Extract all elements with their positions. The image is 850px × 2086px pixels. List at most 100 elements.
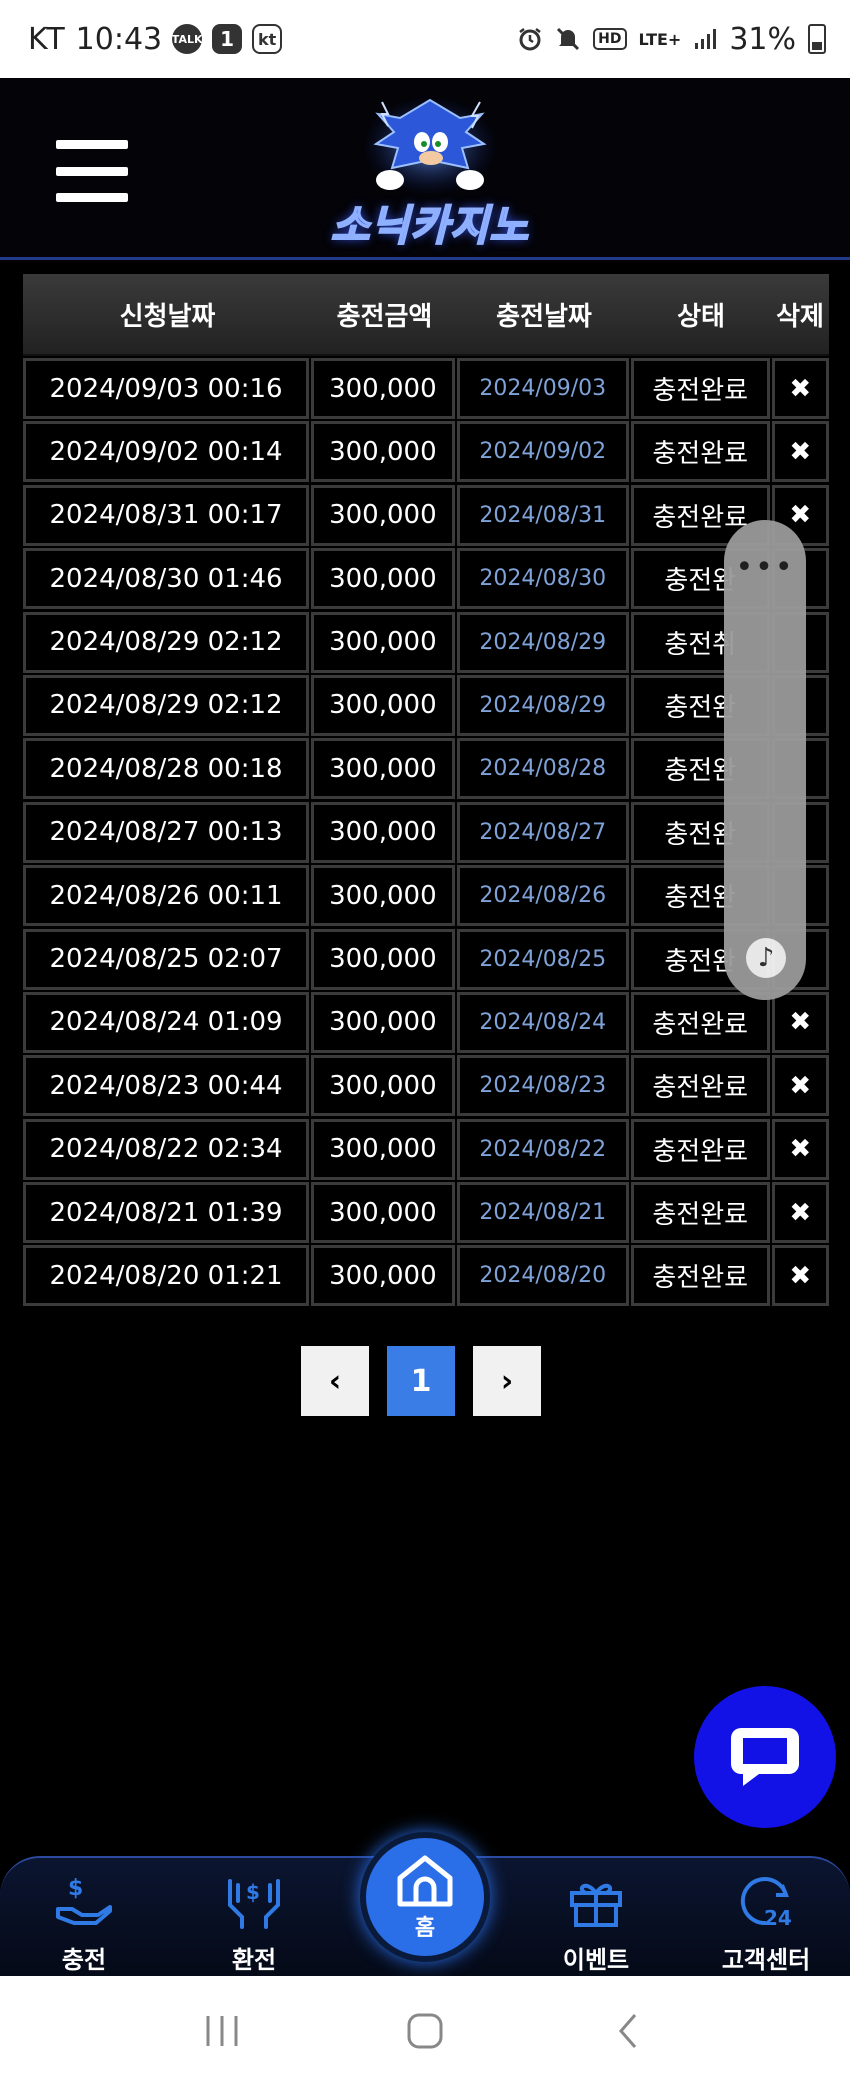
delete-icon[interactable]: ✖: [771, 1055, 829, 1117]
cell-amount: 300,000: [311, 421, 455, 483]
table-row: 2024/08/25 02:07 300,000 2024/08/25 충전완: [23, 927, 829, 990]
col-charge-date: 충전날짜: [496, 301, 592, 332]
kt-icon: kt: [252, 24, 283, 54]
support-24h-icon: 24: [706, 1868, 826, 1934]
more-icon[interactable]: •••: [724, 550, 806, 585]
svg-text:$: $: [246, 1880, 260, 1904]
cell-charge-date: 2024/08/28: [456, 738, 629, 800]
cell-amount: 300,000: [311, 484, 455, 546]
carrier-label: KT: [28, 21, 66, 57]
cell-amount: 300,000: [311, 738, 455, 800]
delete-icon[interactable]: ✖: [771, 991, 829, 1053]
live-chat-button[interactable]: [694, 1686, 836, 1828]
pagination: ‹ 1 ›: [301, 1346, 541, 1416]
cell-amount: 300,000: [311, 1055, 455, 1117]
back-icon[interactable]: [598, 2001, 658, 2061]
col-amount: 충전금액: [336, 301, 433, 332]
delete-icon[interactable]: ✖: [771, 421, 829, 483]
alarm-icon: [517, 26, 543, 52]
cell-charge-date: 2024/08/26: [456, 865, 629, 927]
table-row: 2024/09/03 00:16 300,000 2024/09/03 충전완료 ✖: [23, 356, 829, 419]
col-request-date: 신청날짜: [119, 301, 216, 332]
cell-charge-date: 2024/08/25: [456, 928, 629, 990]
site-logo[interactable]: 소닉카지노: [310, 88, 550, 251]
svg-text:$: $: [68, 1876, 83, 1901]
cell-amount: 300,000: [311, 928, 455, 990]
menu-icon[interactable]: [56, 140, 128, 202]
status-bar: KT 10:43 TALK 1 kt HD LTE+ 31%: [0, 0, 850, 78]
system-navigation-bar: [0, 1976, 850, 2086]
cell-amount: 300,000: [311, 991, 455, 1053]
cell-request-date: 2024/08/26 00:11: [23, 865, 310, 927]
cell-charge-date: 2024/08/24: [456, 991, 629, 1053]
nav-charge[interactable]: $ 충전: [24, 1868, 144, 1975]
cell-status: 충전완료: [630, 991, 770, 1053]
delete-icon[interactable]: ✖: [771, 1182, 829, 1244]
cell-status: 충전완료: [630, 1118, 770, 1180]
cell-request-date: 2024/08/31 00:17: [23, 484, 310, 546]
cell-charge-date: 2024/08/27: [456, 801, 629, 863]
home-icon: [397, 1855, 453, 1907]
cell-charge-date: 2024/08/31: [456, 484, 629, 546]
chat-bubble-icon: [731, 1728, 799, 1786]
page-1-button[interactable]: 1: [387, 1346, 455, 1416]
site-header: 소닉카지노: [0, 78, 850, 260]
cell-request-date: 2024/08/28 00:18: [23, 738, 310, 800]
table-row: 2024/08/26 00:11 300,000 2024/08/26 충전완: [23, 863, 829, 927]
hd-voice-icon: HD: [593, 28, 627, 50]
cell-amount: 300,000: [311, 611, 455, 673]
cell-status: 충전완료: [630, 1245, 770, 1307]
table-row: 2024/08/20 01:21 300,000 2024/08/20 충전완료 ✖: [23, 1243, 829, 1307]
lte-icon: LTE+: [638, 29, 682, 49]
home-system-icon[interactable]: [395, 2001, 455, 2061]
prev-page-button[interactable]: ‹: [301, 1346, 369, 1416]
cell-status: 충전완료: [630, 1182, 770, 1244]
cell-charge-date: 2024/08/20: [456, 1245, 629, 1307]
floating-side-panel[interactable]: ••• ♪: [724, 520, 806, 1000]
cell-charge-date: 2024/08/29: [456, 611, 629, 673]
table-row: 2024/08/21 01:39 300,000 2024/08/21 충전완료 ✖: [23, 1180, 829, 1244]
signal-icon: [693, 27, 717, 51]
logo-text: 소닉카지노: [330, 200, 530, 251]
cell-status: 충전완료: [630, 358, 770, 419]
cell-amount: 300,000: [311, 548, 455, 610]
nav-charge-label: 충전: [61, 1946, 107, 1974]
battery-icon: [808, 24, 826, 54]
next-page-button[interactable]: ›: [473, 1346, 541, 1416]
cell-amount: 300,000: [311, 358, 455, 419]
table-row: 2024/08/29 02:12 300,000 2024/08/29 충전취: [23, 610, 829, 673]
music-note-icon[interactable]: ♪: [746, 938, 786, 978]
nav-home-button[interactable]: 홈: [360, 1832, 490, 1962]
nav-support[interactable]: 24 고객센터: [706, 1868, 826, 1975]
cell-request-date: 2024/08/22 02:34: [23, 1118, 310, 1180]
cell-amount: 300,000: [311, 1118, 455, 1180]
mascot-icon: [362, 96, 498, 196]
cell-request-date: 2024/09/02 00:14: [23, 421, 310, 483]
cell-amount: 300,000: [311, 1245, 455, 1307]
cell-charge-date: 2024/08/23: [456, 1055, 629, 1117]
table-header: 신청날짜 충전금액 충전날짜 상태 삭제: [23, 274, 829, 356]
cell-request-date: 2024/08/23 00:44: [23, 1055, 310, 1117]
nav-home-label: 홈: [414, 1916, 436, 1941]
exchange-icon: $: [194, 1868, 314, 1934]
cell-amount: 300,000: [311, 801, 455, 863]
cell-charge-date: 2024/09/03: [456, 358, 629, 419]
cell-charge-date: 2024/08/29: [456, 674, 629, 736]
cell-amount: 300,000: [311, 674, 455, 736]
cell-charge-date: 2024/08/30: [456, 548, 629, 610]
table-body: 2024/09/03 00:16 300,000 2024/09/03 충전완료 ✖ 20…: [23, 356, 829, 1307]
cell-request-date: 2024/08/25 02:07: [23, 928, 310, 990]
cell-request-date: 2024/09/03 00:16: [23, 358, 310, 419]
delete-icon[interactable]: ✖: [771, 1118, 829, 1180]
charge-icon: $: [24, 1868, 144, 1934]
notification-one-icon: 1: [212, 24, 243, 54]
kakaotalk-icon: TALK: [172, 24, 203, 54]
delete-icon[interactable]: ✖: [771, 1245, 829, 1307]
nav-exchange[interactable]: $ 환전: [194, 1868, 314, 1975]
cell-request-date: 2024/08/24 01:09: [23, 991, 310, 1053]
svg-text:24: 24: [764, 1906, 792, 1930]
recent-apps-icon[interactable]: [192, 2001, 252, 2061]
cell-request-date: 2024/08/30 01:46: [23, 548, 310, 610]
nav-event[interactable]: 이벤트: [536, 1868, 656, 1975]
delete-icon[interactable]: ✖: [771, 358, 829, 419]
